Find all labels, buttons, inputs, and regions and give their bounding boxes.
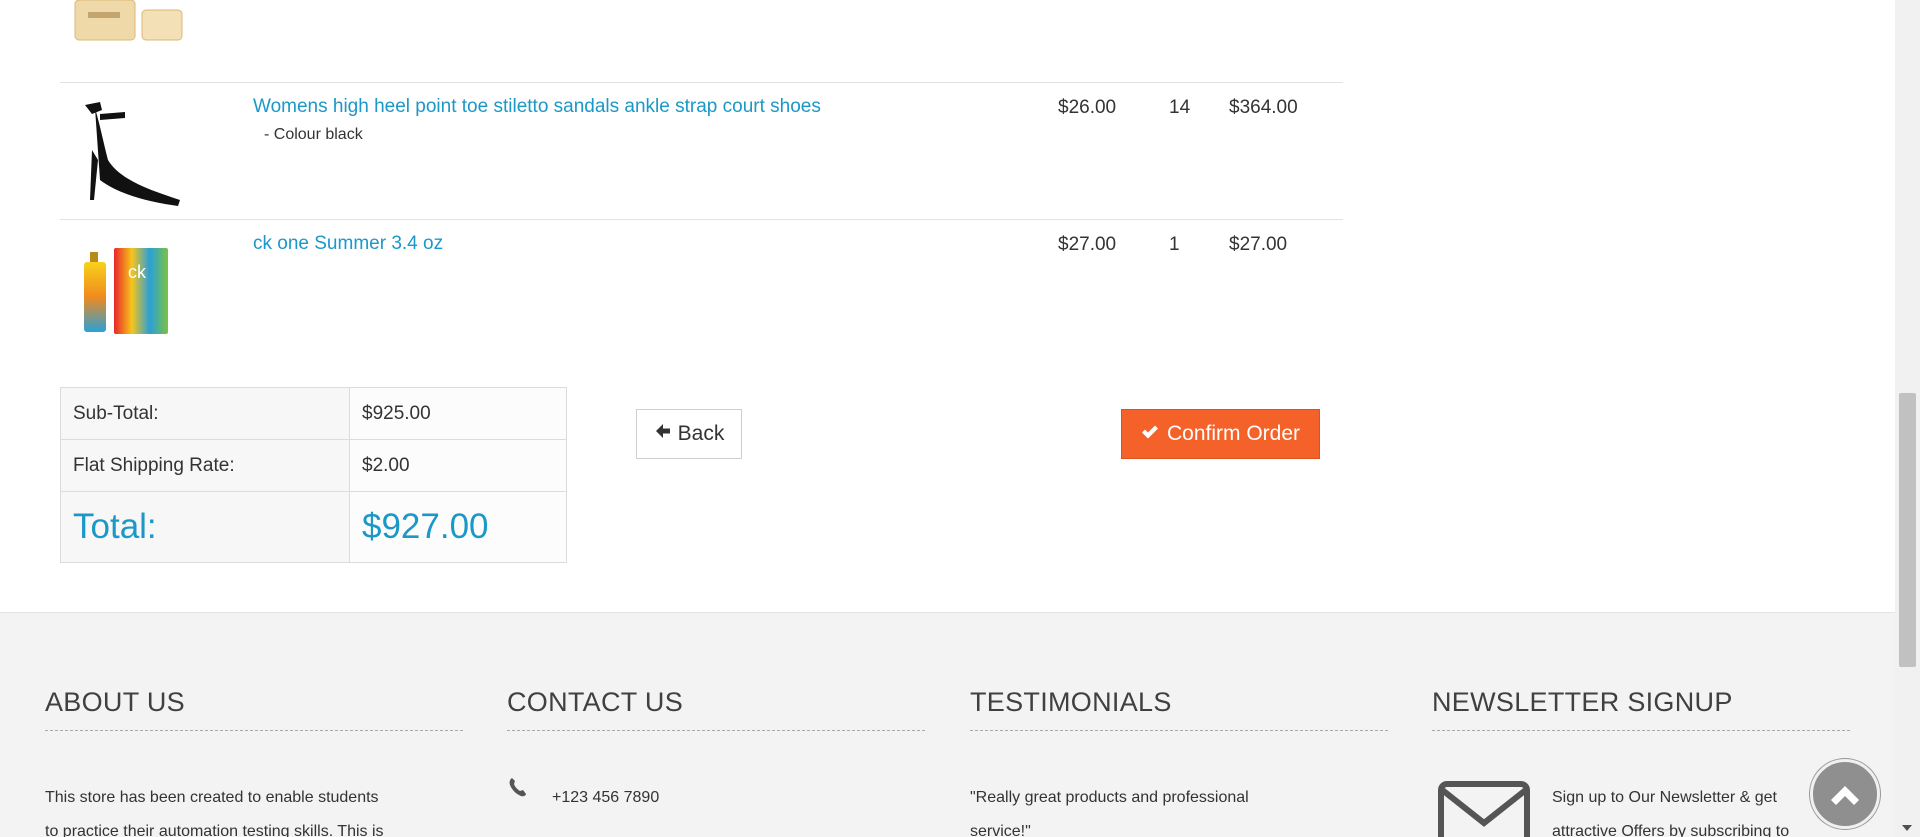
shipping-row: Flat Shipping Rate: $2.00 (60, 439, 567, 492)
total-value: $927.00 (349, 491, 567, 563)
scroll-down-arrow-icon[interactable] (1902, 825, 1912, 831)
row-divider (60, 82, 1343, 83)
order-totals-table: Sub-Total: $925.00 Flat Shipping Rate: $… (60, 387, 567, 563)
arrow-left-icon (654, 422, 672, 446)
product-thumb-shoe (70, 90, 188, 208)
about-text-line: This store has been created to enable st… (45, 789, 379, 806)
subtotal-row: Sub-Total: $925.00 (60, 387, 567, 440)
footer-about-heading: ABOUT US (45, 687, 463, 731)
footer-newsletter: NEWSLETTER SIGNUP (1432, 687, 1850, 731)
row-divider (60, 219, 1343, 220)
footer-contact-heading: CONTACT US (507, 687, 925, 731)
about-text-line: to practice their automation testing ski… (45, 823, 384, 837)
product-thumb-cream (70, 0, 188, 46)
total-label: Total: (60, 491, 350, 563)
footer-testimonials-heading: TESTIMONIALS (970, 687, 1388, 731)
product-price: $27.00 (1058, 234, 1117, 255)
newsletter-text-line: Sign up to Our Newsletter & get (1552, 789, 1777, 806)
product-option: - Colour black (264, 126, 363, 143)
testimonial-line: service!" (970, 823, 1031, 837)
product-quantity: 14 (1169, 97, 1191, 118)
footer-testimonial-quote: "Really great products and professional … (970, 773, 1388, 837)
footer-contact: CONTACT US (507, 687, 925, 731)
product-price: $26.00 (1058, 97, 1117, 118)
product-quantity: 1 (1169, 234, 1180, 255)
product-total: $364.00 (1229, 97, 1298, 118)
chevron-up-icon (1825, 774, 1865, 819)
footer-testimonials: TESTIMONIALS (970, 687, 1388, 731)
site-footer: ABOUT US This store has been created to … (0, 612, 1895, 837)
check-icon (1141, 422, 1159, 446)
footer-newsletter-text: Sign up to Our Newsletter & get attracti… (1552, 773, 1852, 837)
svg-text:ck: ck (128, 262, 147, 282)
subtotal-value: $925.00 (349, 387, 567, 440)
footer-about: ABOUT US (45, 687, 463, 731)
back-button[interactable]: Back (636, 409, 742, 459)
scrollbar-thumb[interactable] (1899, 393, 1916, 667)
product-thumb-perfume: ck (70, 230, 188, 348)
footer-newsletter-heading: NEWSLETTER SIGNUP (1432, 687, 1850, 731)
shipping-value: $2.00 (349, 439, 567, 492)
checkout-confirm-page: Womens high heel point toe stiletto sand… (0, 0, 1895, 837)
confirm-order-button[interactable]: Confirm Order (1121, 409, 1320, 459)
subtotal-label: Sub-Total: (60, 387, 350, 440)
confirm-order-label: Confirm Order (1166, 422, 1301, 445)
back-to-top-button[interactable] (1810, 759, 1880, 829)
newsletter-text-line: attractive Offers by subscribing to (1552, 823, 1790, 837)
contact-phone: +123 456 7890 (552, 789, 660, 806)
product-name-link[interactable]: Womens high heel point toe stiletto sand… (253, 96, 821, 118)
testimonial-line: "Really great products and professional (970, 789, 1249, 806)
envelope-icon (1438, 781, 1530, 837)
footer-contact-phone: +123 456 7890 (507, 773, 925, 823)
footer-about-text: This store has been created to enable st… (45, 773, 475, 837)
total-row: Total: $927.00 (60, 491, 567, 563)
back-button-label: Back (677, 422, 725, 445)
shipping-label: Flat Shipping Rate: (60, 439, 350, 492)
product-total: $27.00 (1229, 234, 1288, 255)
page-scrollbar[interactable] (1895, 0, 1920, 837)
product-name-link[interactable]: ck one Summer 3.4 oz (253, 233, 443, 255)
phone-icon (509, 777, 527, 802)
